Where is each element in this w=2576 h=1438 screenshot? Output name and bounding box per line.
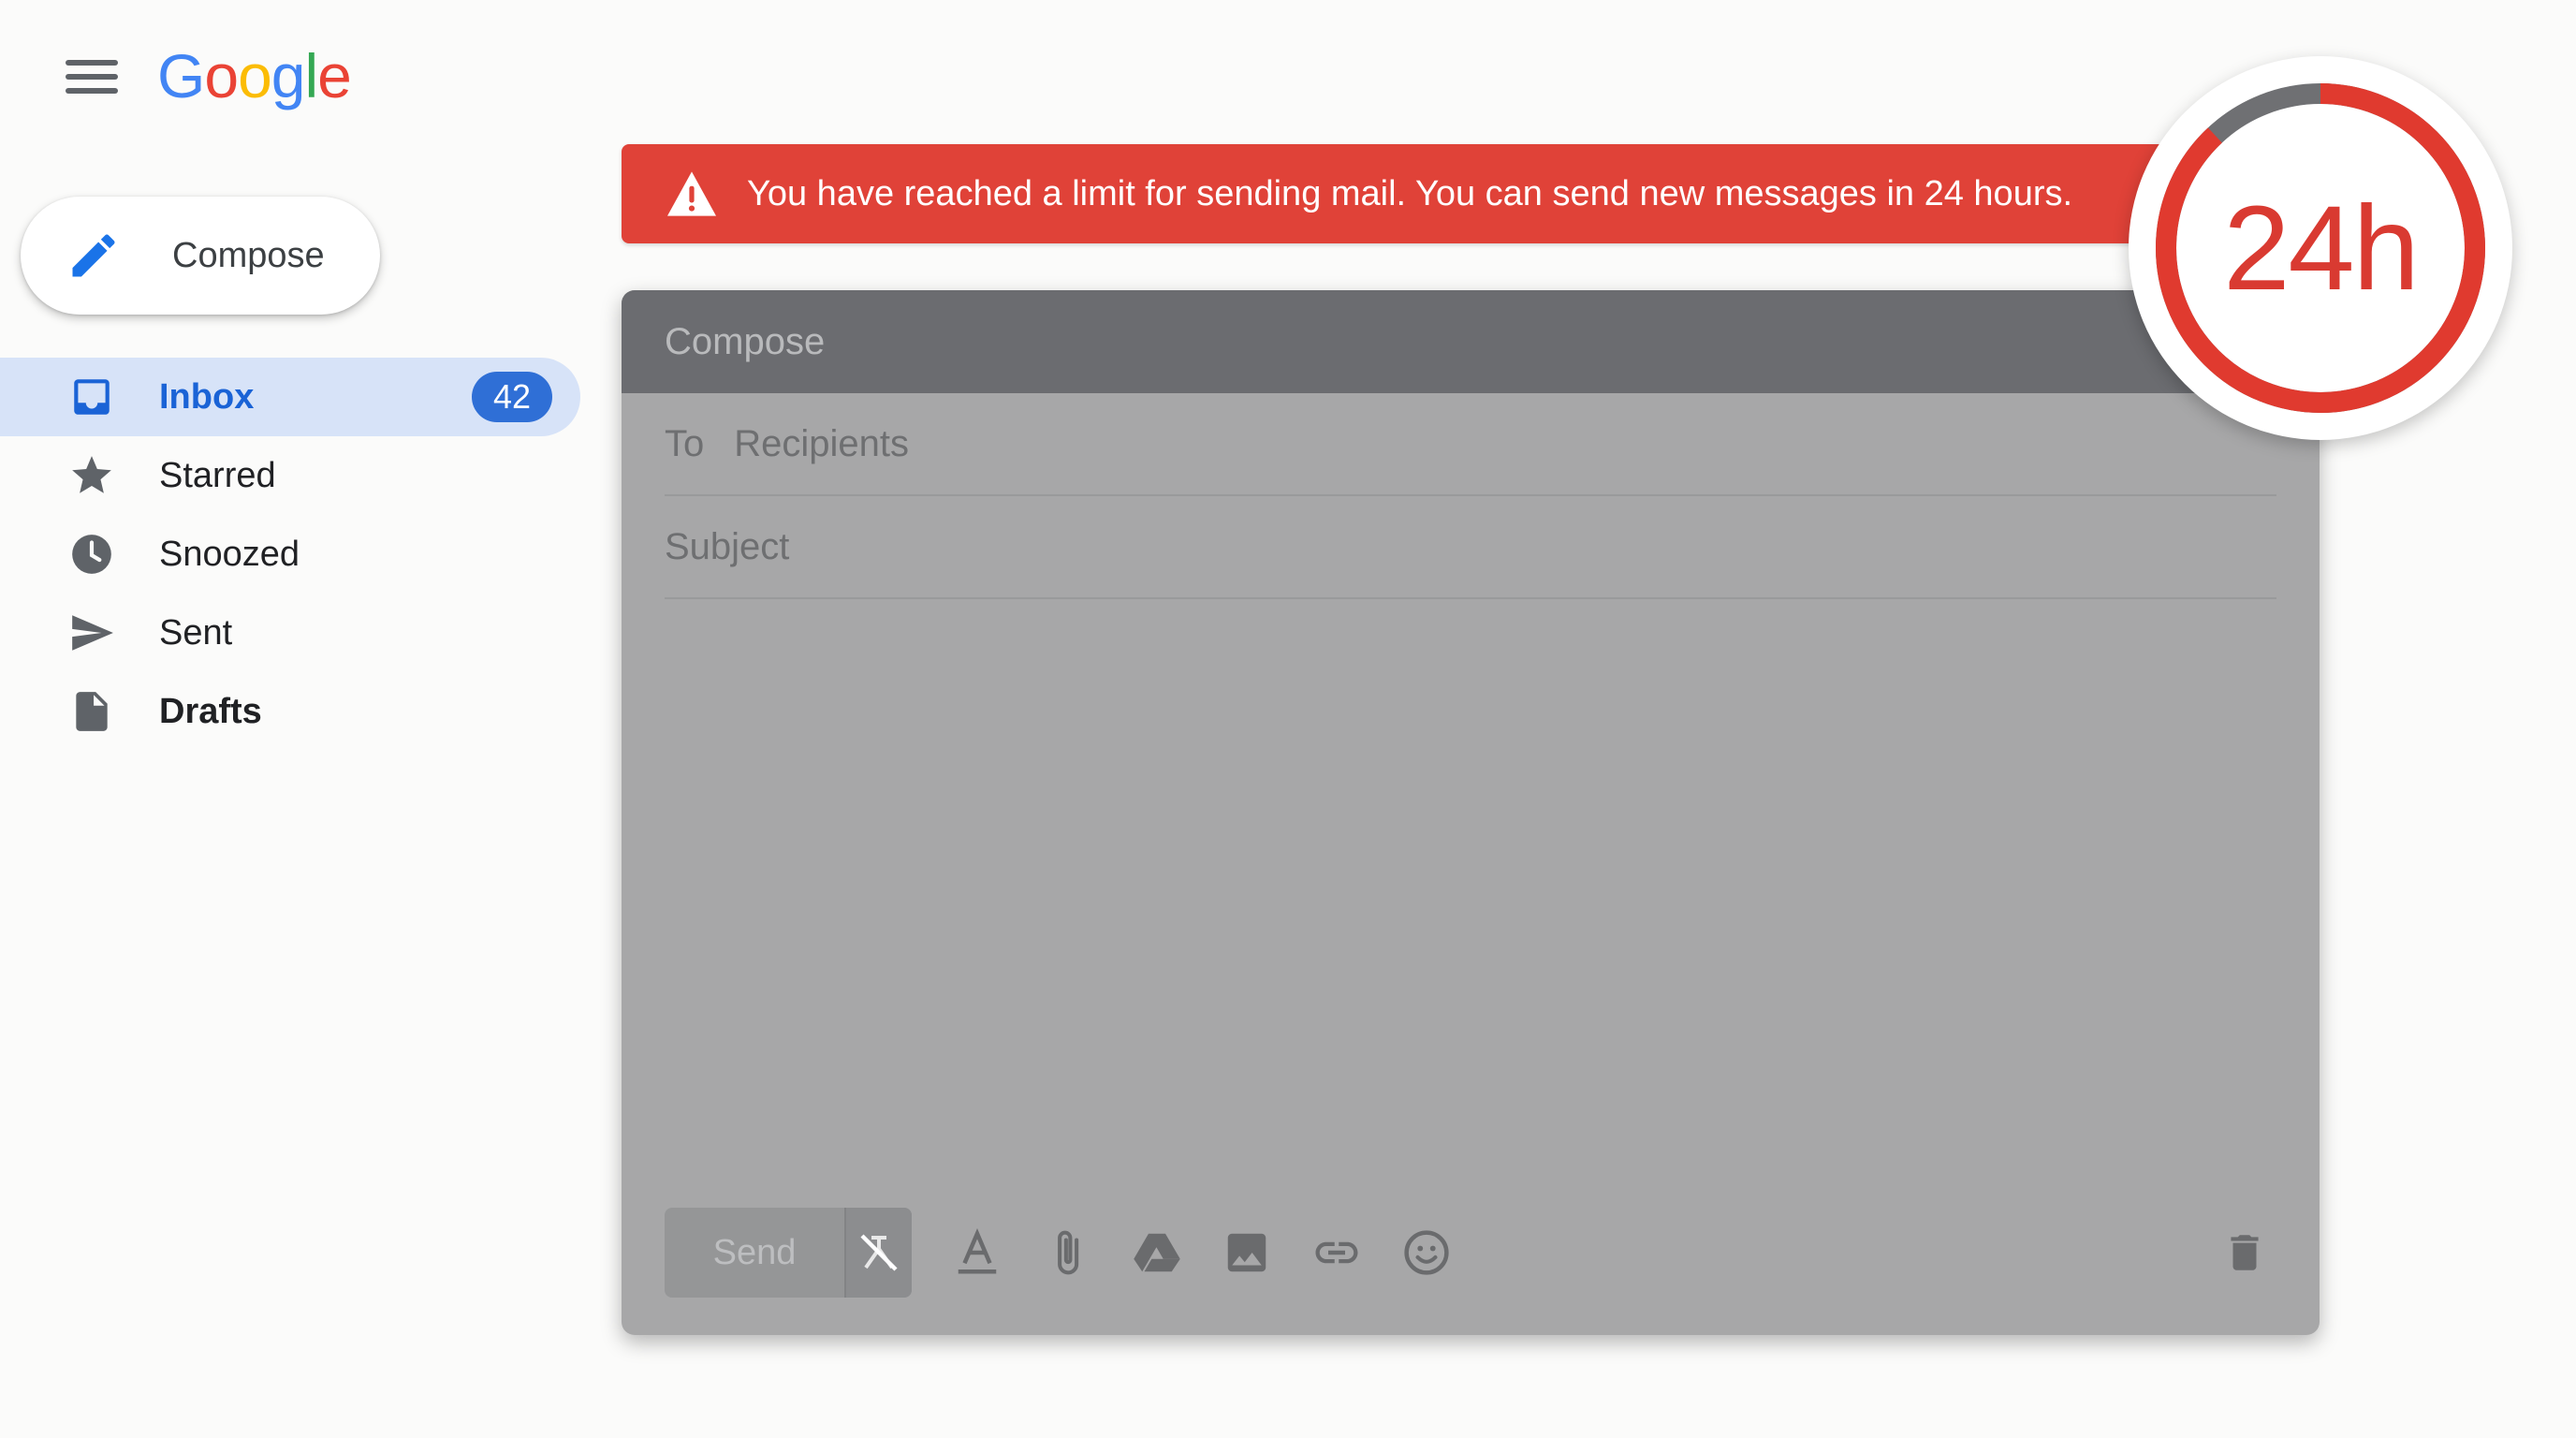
sidebar-item-sent[interactable]: Sent	[0, 594, 580, 672]
unread-count-badge: 42	[472, 372, 552, 422]
attach-button[interactable]	[1039, 1225, 1095, 1281]
formatting-button[interactable]	[949, 1225, 1005, 1281]
compose-window-header: Compose	[622, 290, 2320, 393]
compose-button[interactable]: Compose	[21, 197, 380, 315]
image-icon	[1227, 1233, 1266, 1272]
hamburger-menu-icon	[66, 60, 118, 66]
cooldown-timer-badge: 24h	[2129, 56, 2512, 440]
sidebar-item-snoozed[interactable]: Snoozed	[0, 515, 580, 594]
discard-draft-button[interactable]	[2217, 1225, 2273, 1281]
pencil-icon	[72, 234, 115, 277]
clock-icon	[67, 530, 116, 579]
send-icon	[67, 609, 116, 657]
insert-photo-button[interactable]	[1219, 1225, 1275, 1281]
sidebar-item-label: Starred	[159, 455, 276, 495]
drive-icon	[1134, 1233, 1180, 1272]
sidebar-item-label: Sent	[159, 612, 233, 653]
sidebar-item-label: Inbox	[159, 376, 255, 417]
warning-icon	[667, 171, 716, 216]
to-label: To	[665, 422, 705, 464]
schedule-send-disabled-icon	[860, 1234, 898, 1271]
compose-window-title: Compose	[665, 320, 826, 362]
sidebar-item-inbox[interactable]: Inbox 42	[0, 358, 580, 436]
alert-message: You have reached a limit for sending mai…	[747, 173, 2073, 213]
link-icon	[1315, 1241, 1358, 1264]
drive-button[interactable]	[1129, 1225, 1185, 1281]
schedule-send-button[interactable]	[846, 1208, 912, 1298]
compose-button-label: Compose	[172, 235, 325, 275]
sidebar-nav: Inbox 42 Starred Snoozed Sent Drafts	[0, 358, 580, 751]
subject-field[interactable]: Subject	[665, 496, 2276, 599]
emoji-icon	[1404, 1230, 1449, 1275]
send-button-group[interactable]: Send	[665, 1208, 912, 1298]
send-button[interactable]: Send	[665, 1208, 846, 1298]
recipients-placeholder: Recipients	[734, 422, 910, 464]
inbox-icon	[67, 373, 116, 421]
star-icon	[67, 451, 116, 500]
cooldown-label: 24h	[2223, 181, 2420, 315]
insert-link-button[interactable]	[1309, 1225, 1365, 1281]
sidebar-item-label: Drafts	[159, 691, 262, 731]
attach-icon	[1058, 1230, 1079, 1275]
google-logo[interactable]: Google	[157, 34, 352, 118]
compose-window: Compose To Recipients Subject Send	[622, 290, 2320, 1335]
sidebar-item-label: Snoozed	[159, 534, 300, 574]
insert-emoji-button[interactable]	[1398, 1225, 1455, 1281]
draft-icon	[67, 687, 116, 736]
sending-limit-alert: You have reached a limit for sending mai…	[622, 144, 2232, 243]
main-menu-button[interactable]	[60, 52, 124, 101]
sidebar-item-starred[interactable]: Starred	[0, 436, 580, 515]
recipients-field[interactable]: To Recipients	[665, 393, 2276, 496]
sidebar-item-drafts[interactable]: Drafts	[0, 672, 580, 751]
trash-icon	[2231, 1235, 2259, 1270]
subject-placeholder: Subject	[665, 525, 790, 567]
compose-toolbar: Send	[665, 1208, 2276, 1298]
text-format-icon	[958, 1228, 997, 1274]
